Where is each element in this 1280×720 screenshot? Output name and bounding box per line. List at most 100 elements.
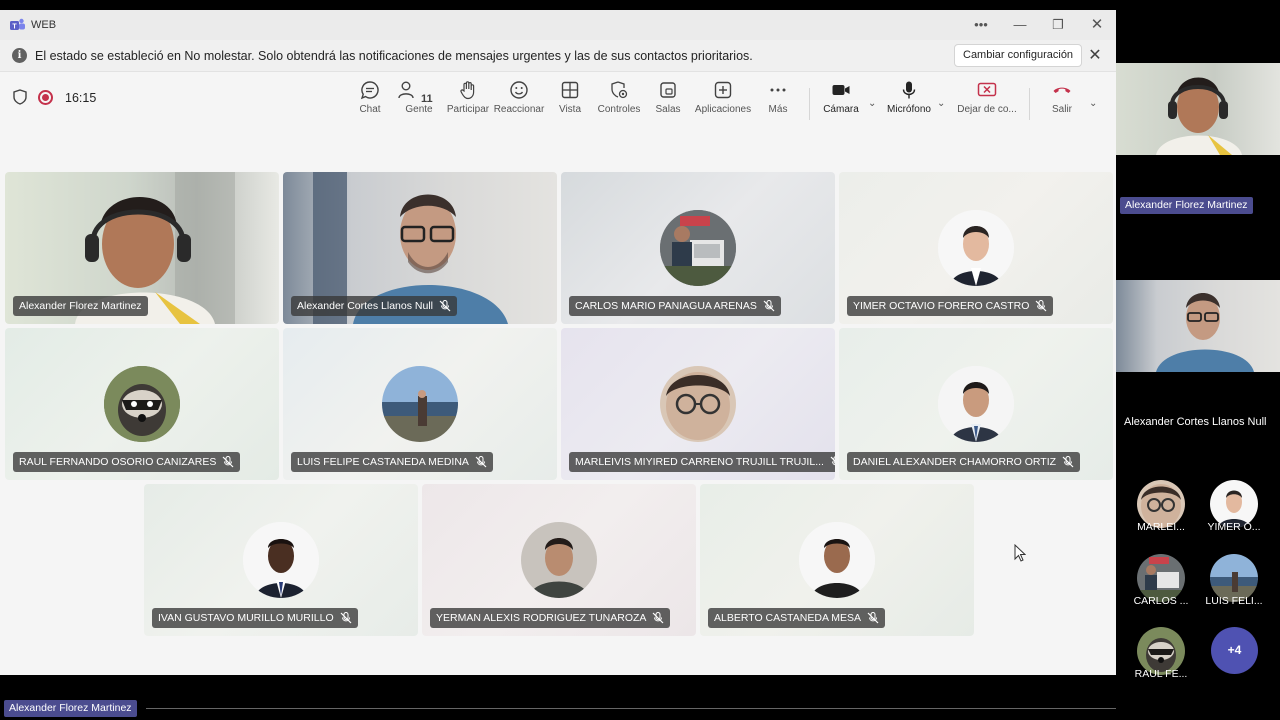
mic-off-icon <box>439 300 451 312</box>
mic-off-icon <box>340 612 352 624</box>
participant-name: LUIS FELIPE CASTANEDA MEDINA <box>297 456 469 468</box>
minimize-button[interactable]: — <box>1011 16 1029 34</box>
avatar-photo <box>660 210 736 286</box>
breakout-rooms-icon <box>660 82 676 98</box>
participant-tile[interactable]: ALBERTO CASTANEDA MESA <box>700 484 974 636</box>
mic-off-icon <box>1062 456 1074 468</box>
banner-message: El estado se estableció en No molestar. … <box>35 49 753 63</box>
mic-off-icon <box>1035 300 1047 312</box>
participant-name-label: MARLEIVIS MIYIRED CARRENO TRUJILL TRUJIL… <box>569 452 835 472</box>
participant-name-label: Alexander Florez Martinez <box>13 296 148 316</box>
toolbar-separator <box>1029 88 1030 120</box>
avatar-photo <box>382 366 458 442</box>
more-participants-button[interactable]: +4 <box>1211 627 1258 674</box>
mic-options-chevron-icon[interactable]: ⌄ <box>937 98 947 109</box>
grid-view-icon <box>561 81 579 99</box>
teams-meeting-window: T WEB ••• — ❐ ✕ i El estado se estableci… <box>0 10 1116 675</box>
participant-name-label: YERMAN ALEXIS RODRIGUEZ TUNAROZA <box>430 608 671 628</box>
participant-name: Alexander Cortes Llanos Null <box>297 300 433 312</box>
leave-button[interactable]: Salir <box>1032 78 1092 122</box>
participant-name-label: LUIS FELIPE CASTANEDA MEDINA <box>291 452 493 472</box>
participant-name: IVAN GUSTAVO MURILLO MURILLO <box>158 612 334 624</box>
chat-icon <box>360 81 379 100</box>
avatar-photo <box>104 366 180 442</box>
people-icon <box>398 81 414 99</box>
window-title: WEB <box>31 19 57 31</box>
meeting-toolbar: 16:15 Chat Gente 11 Participar Reacciona… <box>0 72 1116 126</box>
participant-tile[interactable]: IVAN GUSTAVO MURILLO MURILLO <box>144 484 418 636</box>
avatar <box>799 522 875 598</box>
divider <box>146 708 1116 709</box>
people-count: 11 <box>421 93 433 105</box>
close-banner-icon[interactable]: ✕ <box>1086 47 1104 65</box>
rooms-button[interactable]: Salas <box>638 78 698 122</box>
avatar <box>243 522 319 598</box>
mini-avatar-label: YIMER O... <box>1207 521 1261 533</box>
participant-name: YERMAN ALEXIS RODRIGUEZ TUNAROZA <box>436 612 647 624</box>
shield-icon[interactable] <box>13 89 27 105</box>
mic-off-icon <box>867 612 879 624</box>
mic-off-icon <box>222 456 234 468</box>
participant-tile[interactable]: CARLOS MARIO PANIAGUA ARENAS <box>561 172 835 324</box>
participant-rail: Alexander Florez Martinez Alexander Cort… <box>1116 0 1280 720</box>
participant-name-label: RAUL FERNANDO OSORIO CANIZARES <box>13 452 241 472</box>
mini-avatar-label: CARLOS ... <box>1133 595 1189 607</box>
camera-button[interactable]: Cámara <box>811 78 871 122</box>
notification-banner: i El estado se estableció en No molestar… <box>0 40 1116 72</box>
close-window-button[interactable]: ✕ <box>1088 16 1106 34</box>
participant-tile[interactable]: YIMER OCTAVIO FORERO CASTRO <box>839 172 1113 324</box>
change-settings-button[interactable]: Cambiar configuración <box>954 44 1083 67</box>
avatar-photo <box>938 210 1014 286</box>
mic-off-icon <box>763 300 775 312</box>
avatar-photo <box>243 522 319 598</box>
svg-text:T: T <box>12 24 17 31</box>
camera-options-chevron-icon[interactable]: ⌄ <box>868 98 878 109</box>
participant-name: MARLEIVIS MIYIRED CARRENO TRUJILL TRUJIL… <box>575 456 824 468</box>
shield-gear-icon <box>611 81 628 99</box>
participant-name: RAUL FERNANDO OSORIO CANIZARES <box>19 456 217 468</box>
apps-button[interactable]: Aplicaciones <box>693 78 753 122</box>
avatar-photo <box>799 522 875 598</box>
participant-tile[interactable]: MARLEIVIS MIYIRED CARRENO TRUJILL TRUJIL… <box>561 328 835 480</box>
participant-name-label: DANIEL ALEXANDER CHAMORRO ORTIZ <box>847 452 1081 472</box>
participant-name-label: IVAN GUSTAVO MURILLO MURILLO <box>152 608 358 628</box>
recording-icon[interactable] <box>38 90 53 105</box>
rail-video-tile[interactable] <box>1116 280 1280 372</box>
avatar-photo <box>660 366 736 442</box>
mini-avatar-label: RAUL FE... <box>1134 668 1188 680</box>
participant-name: DANIEL ALEXANDER CHAMORRO ORTIZ <box>853 456 1057 468</box>
participant-tile[interactable]: LUIS FELIPE CASTANEDA MEDINA <box>283 328 557 480</box>
avatar <box>660 210 736 286</box>
mic-off-icon <box>475 456 487 468</box>
stop-share-icon <box>977 82 997 97</box>
info-icon: i <box>12 48 27 63</box>
meeting-timer: 16:15 <box>65 91 97 105</box>
more-options-icon[interactable]: ••• <box>972 16 990 34</box>
ellipsis-icon <box>770 88 786 92</box>
participant-tile[interactable]: RAUL FERNANDO OSORIO CANIZARES <box>5 328 279 480</box>
screen: T WEB ••• — ❐ ✕ i El estado se estableci… <box>0 0 1280 720</box>
rooms-label: Salas <box>655 104 681 115</box>
mic-button[interactable]: Micrófono <box>879 78 939 122</box>
stop-sharing-button[interactable]: Dejar de co... <box>955 78 1019 122</box>
participant-name: ALBERTO CASTANEDA MESA <box>714 612 862 624</box>
title-bar: T WEB ••• — ❐ ✕ <box>0 10 1116 40</box>
mic-off-icon <box>830 456 835 466</box>
mini-avatar-label: LUIS FELI... <box>1205 595 1263 607</box>
leave-options-chevron-icon[interactable]: ⌄ <box>1089 98 1099 109</box>
hang-up-icon <box>1053 87 1071 93</box>
participant-tile[interactable]: DANIEL ALEXANDER CHAMORRO ORTIZ <box>839 328 1113 480</box>
participant-name: Alexander Florez Martinez <box>19 300 142 312</box>
raise-hand-icon <box>460 81 475 100</box>
participant-tile[interactable]: Alexander Florez Martinez <box>5 172 279 324</box>
more-button[interactable]: Más <box>748 78 808 122</box>
avatar <box>104 366 180 442</box>
rail-video-tile[interactable] <box>1116 63 1280 155</box>
more-label: Más <box>768 104 788 115</box>
participant-name-label: YIMER OCTAVIO FORERO CASTRO <box>847 296 1054 316</box>
participant-name-label: Alexander Cortes Llanos Null <box>291 296 457 316</box>
participant-tile[interactable]: YERMAN ALEXIS RODRIGUEZ TUNAROZA <box>422 484 696 636</box>
restore-button[interactable]: ❐ <box>1049 16 1067 34</box>
participant-tile[interactable]: Alexander Cortes Llanos Null <box>283 172 557 324</box>
toolbar-separator <box>809 88 810 120</box>
